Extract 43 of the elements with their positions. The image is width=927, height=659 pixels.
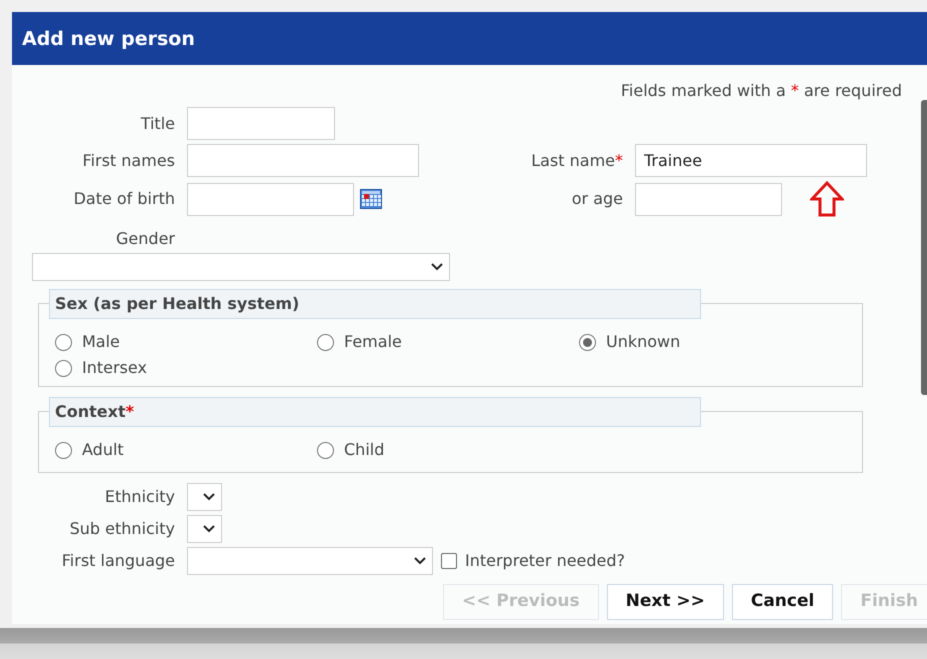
option-label: Adult [82, 439, 124, 461]
field-label: Ethnicity [104, 487, 175, 506]
option-label: Female [344, 331, 402, 353]
field-label: First language [62, 551, 175, 570]
ethnicity-select[interactable] [187, 483, 222, 511]
radio-button[interactable] [55, 360, 72, 376]
field-label: Gender [116, 229, 175, 248]
radio-button[interactable] [317, 334, 334, 350]
calendar-icon[interactable] [360, 189, 382, 209]
up-arrow-icon [810, 181, 844, 217]
date-of-birth-field[interactable] [187, 182, 354, 216]
radio-button[interactable] [55, 334, 72, 350]
field-label: Title [140, 114, 175, 132]
group-legend: Sex (as per Health system) [55, 294, 300, 313]
field-label: Date of birth [74, 189, 175, 208]
last-name-field[interactable]: Trainee [635, 144, 867, 177]
required-note: Fields marked with a * are required [620, 81, 902, 100]
field-label: Sub ethnicity [70, 519, 175, 538]
chevron-down-icon [203, 493, 215, 501]
radio-button[interactable] [317, 442, 334, 458]
field-label: or age [572, 189, 623, 208]
first-names-field[interactable] [187, 144, 419, 177]
sub-ethnicity-select[interactable] [187, 515, 222, 543]
option-label: Male [82, 331, 120, 353]
cancel-button[interactable]: Cancel [732, 584, 834, 620]
radio-button[interactable] [55, 442, 72, 458]
title-field[interactable] [187, 107, 335, 140]
radio-button[interactable] [579, 334, 596, 350]
option-label: Intersex [82, 357, 147, 379]
checkbox-label: Interpreter needed? [465, 550, 626, 572]
checkbox[interactable] [441, 553, 457, 569]
field-label: First names [82, 150, 175, 170]
option-label: Child [344, 439, 384, 461]
age-field[interactable] [635, 182, 782, 216]
scrollbar-thumb[interactable] [921, 100, 927, 395]
chevron-down-icon [431, 263, 443, 271]
group-legend: Context* [55, 402, 134, 421]
next-button[interactable]: Next >> [606, 584, 724, 620]
chevron-down-icon [203, 525, 215, 533]
option-label: Unknown [606, 331, 680, 353]
field-label: Last name* [531, 150, 623, 170]
dialog-title: Add new person [12, 12, 927, 65]
chevron-down-icon [414, 557, 426, 565]
